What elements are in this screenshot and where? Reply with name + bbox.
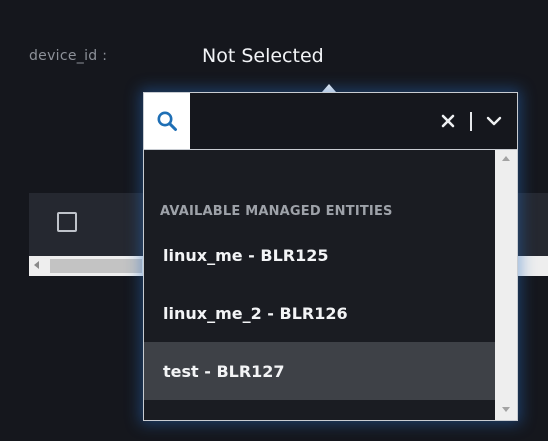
option-test[interactable]: test - BLR127 [144,342,495,400]
scroll-down-icon[interactable] [502,407,510,412]
device-id-value[interactable]: Not Selected [202,45,324,67]
search-icon[interactable] [144,93,190,149]
group-header: AVAILABLE MANAGED ENTITIES [160,204,393,219]
select-all-checkbox[interactable] [57,212,77,232]
scrollbar-thumb[interactable] [50,259,142,273]
separator [470,112,472,131]
entity-dropdown: AVAILABLE MANAGED ENTITIES linux_me - BL… [143,92,518,421]
option-linux-me[interactable]: linux_me - BLR125 [144,226,495,284]
vertical-scrollbar[interactable] [495,150,517,420]
scroll-left-icon[interactable] [34,261,39,269]
options-list: AVAILABLE MANAGED ENTITIES linux_me - BL… [144,150,495,420]
scroll-up-icon[interactable] [502,156,510,161]
dropdown-pointer [322,84,336,92]
search-input[interactable] [194,105,428,139]
option-linux-me-2[interactable]: linux_me_2 - BLR126 [144,284,495,342]
close-icon[interactable] [438,109,458,133]
search-row [144,93,517,150]
chevron-down-icon[interactable] [483,109,505,133]
device-id-label: device_id : [29,48,108,64]
